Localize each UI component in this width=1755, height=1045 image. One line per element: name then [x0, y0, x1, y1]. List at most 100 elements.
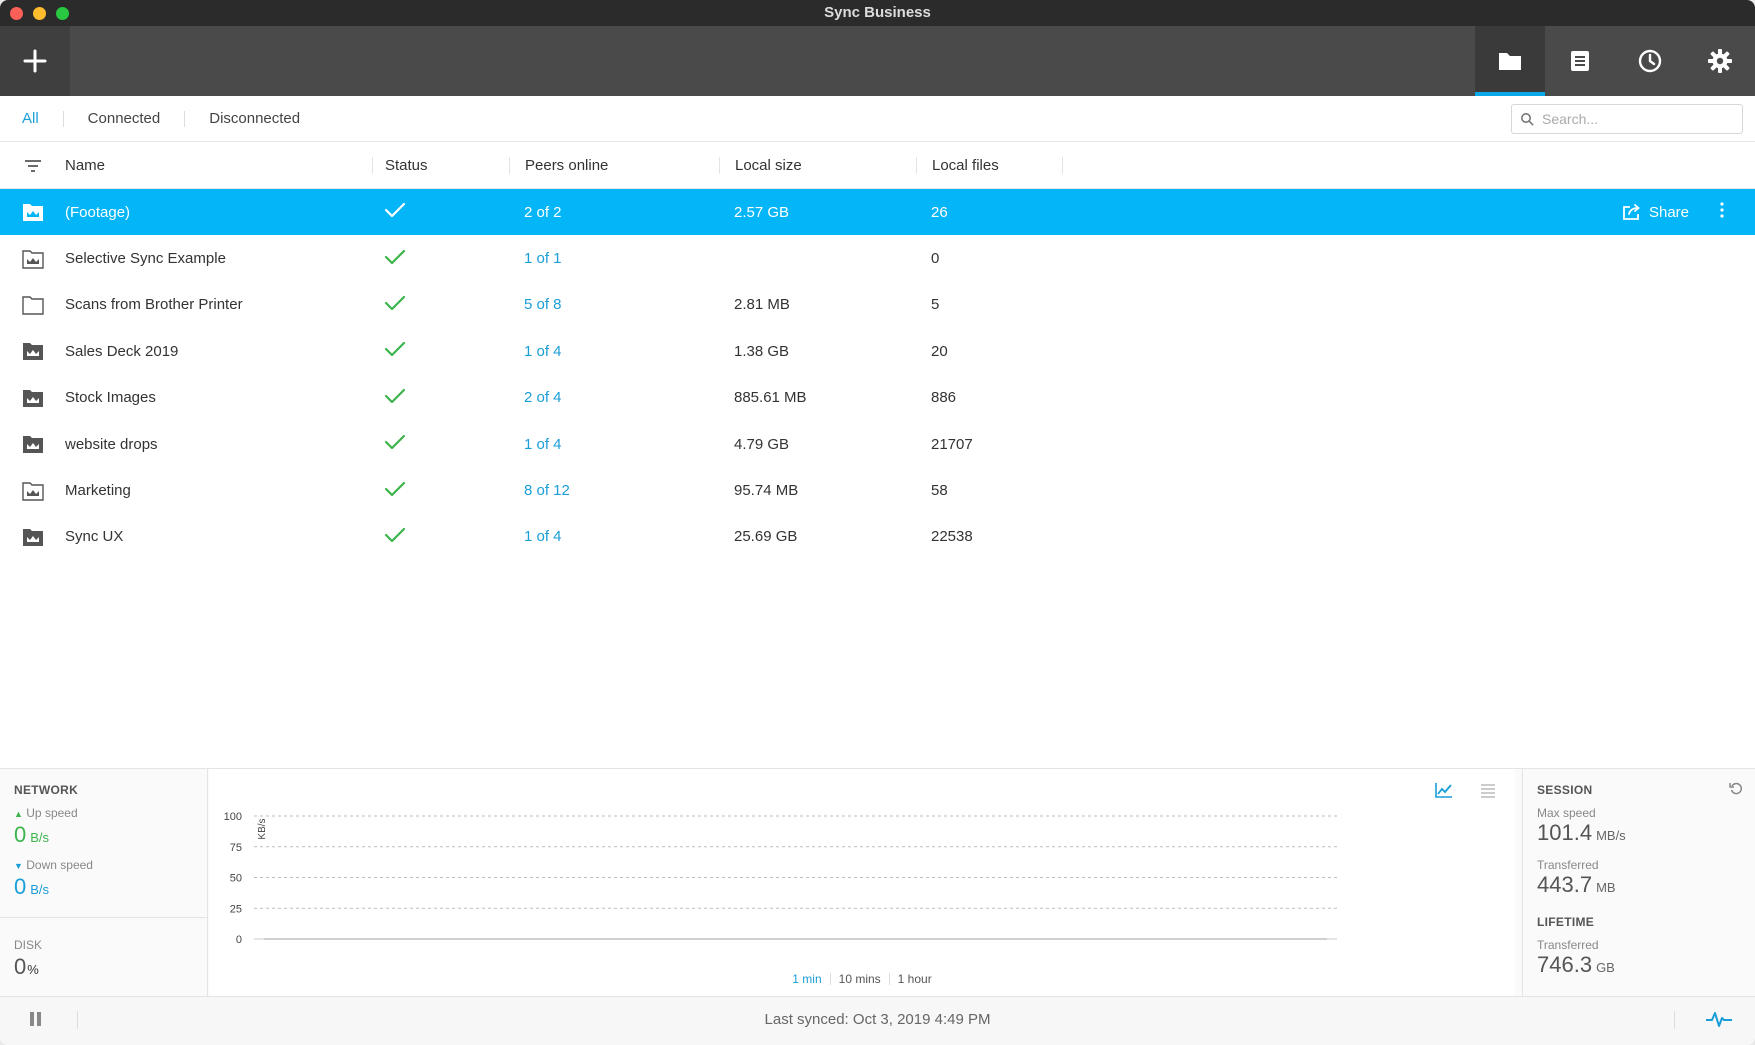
y-tick-label: 100 [224, 811, 242, 823]
network-heading: NETWORK [14, 783, 79, 797]
down-speed-value: 0 [14, 874, 27, 899]
network-chart: 0 25 50 75 100 KB/s [224, 811, 1337, 946]
filter-all[interactable]: All [22, 111, 63, 127]
table-row[interactable]: Sync UX 1 of 4 25.69 GB 22538 [0, 514, 1755, 560]
y-axis-label: KB/s [257, 818, 268, 839]
last-synced-text: Last synced: Oct 3, 2019 4:49 PM [764, 1011, 991, 1028]
share-button[interactable]: Share [1622, 203, 1689, 221]
local-files: 22538 [931, 528, 973, 546]
folder-name: Stock Images [65, 389, 156, 407]
local-size: 1.38 GB [734, 342, 790, 360]
peers-online[interactable]: 2 of 2 [509, 204, 719, 221]
folder-camera-icon [22, 436, 43, 454]
folder-outline-icon [21, 296, 44, 315]
tab-transfers[interactable] [1545, 26, 1615, 96]
check-icon [384, 249, 406, 264]
column-header-name[interactable]: Name [65, 157, 372, 174]
reset-icon[interactable] [1729, 781, 1743, 795]
down-speed-readout: 0 B/s [14, 874, 49, 900]
folder-icon-cell [0, 248, 65, 270]
gear-icon [1708, 49, 1732, 73]
table-row[interactable]: Marketing 8 of 12 95.74 MB 58 [0, 467, 1755, 513]
table-row[interactable]: Sales Deck 2019 1 of 4 1.38 GB 20 [0, 328, 1755, 374]
peers-online[interactable]: 2 of 4 [509, 389, 719, 406]
activity-pulse-icon[interactable] [1705, 1008, 1733, 1030]
y-tick-label: 75 [230, 842, 242, 854]
add-folder-button[interactable] [0, 26, 70, 96]
y-tick-label: 0 [236, 934, 242, 946]
max-speed-value: 101.4 [1537, 820, 1593, 845]
status-cell [372, 201, 509, 223]
table-header: Name Status Peers online Local size Loca… [0, 143, 1755, 189]
arrow-up-icon: ▲ [14, 809, 23, 819]
folders-table: Name Status Peers online Local size Loca… [0, 143, 1755, 560]
row-actions: Share [1622, 189, 1725, 235]
vertical-dots-icon [1720, 202, 1724, 218]
local-files: 5 [931, 296, 940, 314]
stats-area: NETWORK ▲ Up speed 0 B/s ▼ Down speed 0 B/… [0, 768, 1755, 997]
column-header-peers[interactable]: Peers online [509, 157, 719, 174]
table-row[interactable]: Selective Sync Example 1 of 1 0 [0, 235, 1755, 281]
table-row[interactable]: Stock Images 2 of 4 885.61 MB 886 [0, 375, 1755, 421]
session-panel: SESSION Max speed 101.4 MB/s Transferred … [1522, 769, 1755, 997]
table-row[interactable]: (Footage) 2 of 2 2.57 GB 26 Share [0, 189, 1755, 236]
arrow-down-icon: ▼ [14, 861, 23, 871]
peers-online[interactable]: 1 of 1 [509, 250, 719, 267]
time-range-option[interactable]: 1 hour [888, 973, 940, 985]
check-icon [384, 295, 406, 311]
status-bar: Last synced: Oct 3, 2019 4:49 PM [0, 996, 1755, 1045]
time-range-option[interactable]: 1 min [784, 973, 829, 985]
local-files: 26 [931, 203, 948, 221]
status-cell [372, 248, 509, 270]
disk-heading: DISK [14, 938, 43, 952]
folder-name: Sync UX [65, 528, 124, 546]
peers-online[interactable]: 1 of 4 [509, 343, 719, 360]
search-box[interactable] [1511, 104, 1743, 134]
local-files: 21707 [931, 435, 973, 453]
folder-name: website drops [65, 435, 158, 453]
tab-history[interactable] [1615, 26, 1685, 96]
filter-connected[interactable]: Connected [62, 111, 185, 127]
status-cell [372, 294, 509, 316]
title-bar: Sync Business [0, 0, 1755, 26]
tab-folders[interactable] [1475, 26, 1545, 96]
max-speed-readout: 101.4 MB/s [1537, 820, 1626, 846]
column-header-status[interactable]: Status [372, 157, 509, 174]
lifetime-transferred-label: Transferred [1537, 938, 1599, 952]
peers-online[interactable]: 1 of 4 [509, 528, 719, 545]
filter-lines-icon [24, 159, 41, 172]
clock-icon [1638, 49, 1662, 73]
filter-disconnected[interactable]: Disconnected [184, 111, 324, 127]
folder-camera-outline-icon [21, 481, 44, 501]
more-options-button[interactable] [1719, 201, 1725, 223]
folder-icon-cell [0, 480, 65, 502]
peers-online[interactable]: 5 of 8 [509, 296, 719, 313]
document-icon [1571, 51, 1589, 71]
app-window: Sync Business All Connected Disconnected… [0, 0, 1755, 1045]
up-speed-unit: B/s [30, 830, 50, 845]
tab-settings[interactable] [1685, 26, 1755, 96]
table-row[interactable]: Scans from Brother Printer 5 of 8 2.81 MB 5 [0, 282, 1755, 328]
network-chart-panel: 0 25 50 75 100 KB/s 1 min 10 mins 1 hour [209, 769, 1515, 997]
local-files: 20 [931, 342, 948, 360]
folder-name: (Footage) [65, 203, 131, 221]
time-range-option[interactable]: 10 mins [829, 973, 889, 985]
up-speed-value: 0 [14, 822, 27, 847]
peers-online[interactable]: 1 of 4 [509, 436, 719, 453]
search-input[interactable] [1542, 111, 1732, 127]
check-icon [384, 435, 406, 450]
peers-online[interactable]: 8 of 12 [509, 482, 719, 499]
folder-camera-icon [22, 204, 43, 222]
lifetime-transferred-value: 746.3 [1537, 952, 1593, 977]
check-icon [384, 342, 406, 357]
folder-icon-cell [0, 387, 65, 409]
table-row[interactable]: website drops 1 of 4 4.79 GB 21707 [0, 421, 1755, 467]
status-divider [1674, 1011, 1675, 1029]
check-icon [384, 388, 406, 403]
folder-camera-icon [22, 343, 43, 361]
folder-icon-cell [0, 340, 65, 362]
column-header-size[interactable]: Local size [719, 157, 916, 174]
local-files: 58 [931, 482, 948, 500]
sort-filter-button[interactable] [0, 159, 65, 173]
column-header-files[interactable]: Local files [916, 157, 1063, 174]
